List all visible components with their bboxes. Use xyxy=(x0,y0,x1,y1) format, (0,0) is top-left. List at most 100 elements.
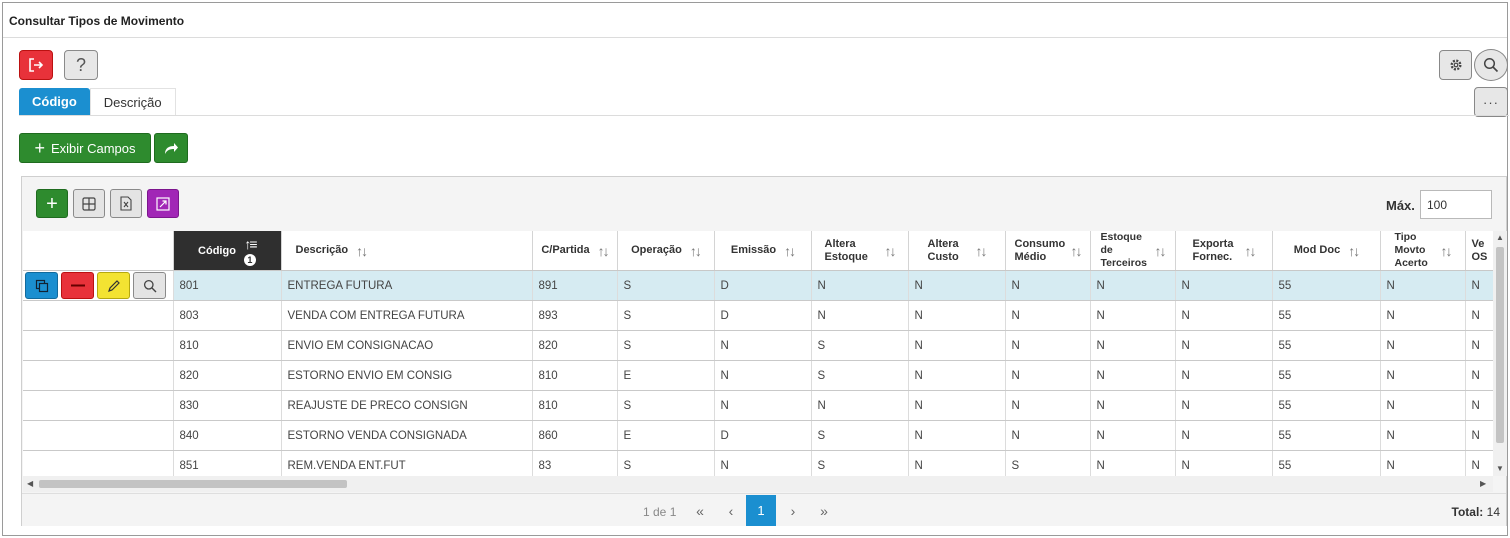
cell-exporta_fornec: N xyxy=(1175,450,1273,476)
grid-panel: + Máx. 100 Código ↑≡ 1 Descrição ↑↓ C/Pa… xyxy=(21,176,1507,526)
delete-row-button[interactable] xyxy=(61,272,94,299)
column-header-emissao[interactable]: Emissão ↑↓ xyxy=(714,231,812,271)
export-excel-button[interactable] xyxy=(110,189,142,218)
cell-emissao: D xyxy=(714,300,812,331)
previous-page-button[interactable]: ‹ xyxy=(716,498,746,524)
next-page-button[interactable]: › xyxy=(778,498,808,524)
help-button[interactable]: ? xyxy=(64,50,98,80)
column-header-codigo[interactable]: Código ↑≡ 1 xyxy=(173,231,282,271)
excel-file-icon xyxy=(120,196,132,211)
table-row[interactable]: 830 REAJUSTE DE PRECO CONSIGN 810 S N N N N N N 55… xyxy=(23,390,1493,421)
add-record-button[interactable]: + xyxy=(36,189,68,218)
copy-row-button[interactable] xyxy=(25,272,58,299)
cell-ve_os: N xyxy=(1465,450,1493,476)
cell-altera_custo: N xyxy=(908,450,1006,476)
cell-altera_custo: N xyxy=(908,360,1006,391)
scroll-right-arrow-icon[interactable]: ▶ xyxy=(1480,479,1486,488)
vertical-scrollbar[interactable]: ▲ ▼ xyxy=(1493,231,1507,476)
cell-altera_custo: N xyxy=(908,300,1006,331)
column-label: Emissão xyxy=(730,244,777,256)
cell-tipo_movto_acerto: N xyxy=(1380,450,1466,476)
cell-consumo_medio: N xyxy=(1005,270,1091,301)
total-records: Total: 14 xyxy=(1452,505,1500,519)
horizontal-scroll-thumb[interactable] xyxy=(39,480,347,488)
table-row[interactable]: 820 ESTORNO ENVIO EM CONSIG 810 E N S N N N N 55 N N xyxy=(23,360,1493,391)
column-header-tipo-movto-acerto[interactable]: Tipo Movto Acerto ↑↓ xyxy=(1380,231,1466,271)
table-body: 801 ENTREGA FUTURA 891 S D N N N N N 55 N N 803 VENDA … xyxy=(23,270,1493,476)
first-page-button[interactable]: « xyxy=(685,498,715,524)
max-records-input[interactable] xyxy=(1420,190,1492,219)
scroll-down-arrow-icon[interactable]: ▼ xyxy=(1496,464,1504,473)
column-label: Operação xyxy=(631,244,682,256)
cell-ve_os: N xyxy=(1465,330,1493,361)
table-row[interactable]: 810 ENVIO EM CONSIGNACAO 820 S N S N N N N 55 N N xyxy=(23,330,1493,361)
sort-icon: ↑↓ xyxy=(689,242,702,259)
column-header-mod-doc[interactable]: Mod Doc ↑↓ xyxy=(1272,231,1381,271)
cell-cpartida: 83 xyxy=(532,450,618,476)
column-label: Altera Estoque xyxy=(824,237,868,263)
total-label: Total: xyxy=(1451,505,1484,519)
cell-codigo: 830 xyxy=(173,390,282,421)
column-header-altera-custo[interactable]: Altera Custo ↑↓ xyxy=(908,231,1006,271)
column-header-operacao[interactable]: Operação ↑↓ xyxy=(617,231,715,271)
expand-button[interactable] xyxy=(147,189,179,218)
search-icon xyxy=(143,279,156,292)
table-row[interactable]: 801 ENTREGA FUTURA 891 S D N N N N N 55 N N xyxy=(23,270,1493,301)
sort-ascending-icon: ↑≡ xyxy=(244,235,257,252)
settings-button[interactable] xyxy=(1439,50,1472,80)
column-header-exporta-fornec[interactable]: Exporta Fornec. ↑↓ xyxy=(1175,231,1273,271)
cell-descricao: REM.VENDA ENT.FUT xyxy=(281,450,533,476)
cell-altera_estoque: S xyxy=(811,450,909,476)
tab-codigo[interactable]: Código xyxy=(19,88,90,115)
cell-emissao: N xyxy=(714,330,812,361)
more-options-button[interactable]: ··· xyxy=(1474,87,1508,117)
share-button[interactable] xyxy=(154,133,188,163)
cell-emissao: D xyxy=(714,420,812,451)
cell-tipo_movto_acerto: N xyxy=(1380,330,1466,361)
more-icon: ··· xyxy=(1483,94,1499,110)
scroll-left-arrow-icon[interactable]: ◀ xyxy=(27,479,33,488)
expand-icon xyxy=(156,196,170,211)
table-row[interactable]: 803 VENDA COM ENTREGA FUTURA 893 S D N N N N N 55 N… xyxy=(23,300,1493,331)
cell-exporta_fornec: N xyxy=(1175,390,1273,421)
pagination-bar: 1 de 1 « ‹ 1 › » Total: 14 xyxy=(22,493,1506,526)
exit-button[interactable] xyxy=(19,50,53,80)
column-header-ve-os[interactable]: Ve OS xyxy=(1465,231,1493,271)
search-icon xyxy=(1483,57,1499,73)
column-header-altera-estoque[interactable]: Altera Estoque ↑↓ xyxy=(811,231,909,271)
row-actions-cell xyxy=(23,390,174,421)
scroll-up-arrow-icon[interactable]: ▲ xyxy=(1496,233,1504,242)
vertical-scroll-thumb[interactable] xyxy=(1496,247,1504,443)
grid-layout-button[interactable] xyxy=(73,189,105,218)
cell-estoque_terceiros: N xyxy=(1090,330,1176,361)
total-value: 14 xyxy=(1486,505,1500,519)
view-row-button[interactable] xyxy=(133,272,166,299)
horizontal-scrollbar[interactable]: ◀ ▶ xyxy=(23,476,1493,492)
sort-icon: ↑↓ xyxy=(1070,242,1083,259)
max-label: Máx. xyxy=(1386,198,1415,213)
cell-estoque_terceiros: N xyxy=(1090,420,1176,451)
cell-codigo: 820 xyxy=(173,360,282,391)
table-row[interactable]: 840 ESTORNO VENDA CONSIGNADA 860 E D S N N N N 55 N… xyxy=(23,420,1493,451)
exibir-campos-button[interactable]: + Exibir Campos xyxy=(19,133,151,163)
cell-consumo_medio: N xyxy=(1005,300,1091,331)
current-page-button[interactable]: 1 xyxy=(746,495,776,526)
cell-tipo_movto_acerto: N xyxy=(1380,390,1466,421)
cell-operacao: S xyxy=(617,390,715,421)
tab-descricao[interactable]: Descrição xyxy=(89,88,176,115)
table-row[interactable]: 851 REM.VENDA ENT.FUT 83 S N S N S N N 55 N N xyxy=(23,450,1493,476)
cell-ve_os: N xyxy=(1465,360,1493,391)
cell-cpartida: 820 xyxy=(532,330,618,361)
column-header-cpartida[interactable]: C/Partida ↑↓ xyxy=(532,231,618,271)
cell-altera_estoque: N xyxy=(811,270,909,301)
last-page-button[interactable]: » xyxy=(809,498,839,524)
column-header-estoque-terceiros[interactable]: Estoque de Terceiros ↑↓ xyxy=(1090,231,1176,271)
plus-icon: + xyxy=(46,192,58,215)
edit-row-button[interactable] xyxy=(97,272,130,299)
tab-bar: Código Descrição xyxy=(19,88,176,115)
cell-descricao: ENTREGA FUTURA xyxy=(281,270,533,301)
column-header-consumo-medio[interactable]: Consumo Médio ↑↓ xyxy=(1005,231,1091,271)
search-button[interactable] xyxy=(1474,49,1508,81)
cell-emissao: N xyxy=(714,360,812,391)
column-header-descricao[interactable]: Descrição ↑↓ xyxy=(281,231,533,271)
